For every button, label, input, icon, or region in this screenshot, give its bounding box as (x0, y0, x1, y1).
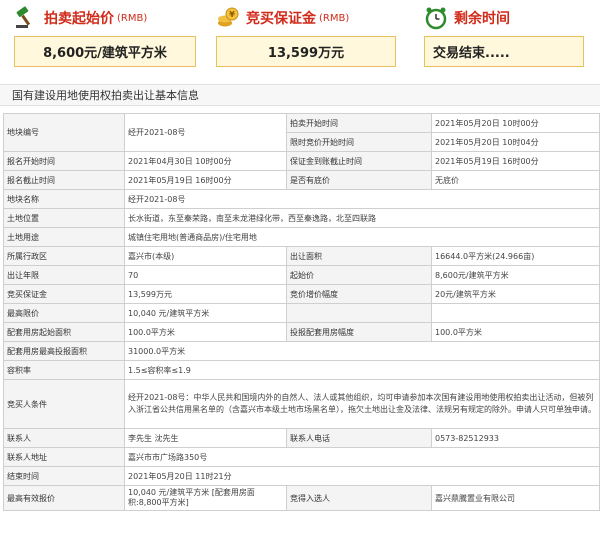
row-label: 配套用房最高投报面积 (3, 341, 125, 361)
row-value: 13,599万元 (124, 284, 287, 304)
row-value: 2021年05月20日 10时00分 (431, 113, 600, 133)
table-row: 土地用途 城镇住宅用地(普通商品房)/住宅用地 (3, 227, 600, 247)
row-label: 报名截止时间 (3, 170, 125, 190)
table-row: 容积率 1.5≤容积率≤1.9 (3, 360, 600, 380)
row-value: 70 (124, 265, 287, 285)
table-row: 报名截止时间 2021年05月19日 16时00分 是否有底价 无底价 (3, 170, 600, 190)
gavel-icon (14, 6, 38, 30)
row-value: 嘉兴市(本级) (124, 246, 287, 266)
row-label: 保证金到账截止时间 (286, 151, 432, 171)
row-value: 长水街道，东至秦荣路，南至未龙港绿化带，西至秦逸路，北至四联路 (124, 208, 600, 228)
row-label: 竞买保证金 (3, 284, 125, 304)
row-label: 限时竞价开始时间 (286, 132, 432, 152)
row-value: 经开2021-08号 (124, 113, 287, 152)
table-row: 地块编号 经开2021-08号 拍卖开始时间 2021年05月20日 10时00… (3, 113, 600, 152)
row-value: 经开2021-08号 (124, 189, 600, 209)
row-label: 容积率 (3, 360, 125, 380)
row-label: 地块编号 (3, 113, 125, 152)
table-row: 出让年限 70 起始价 8,600元/建筑平方米 (3, 265, 600, 285)
row-value: 1.5≤容积率≤1.9 (124, 360, 600, 380)
row-value: 10,040 元/建筑平方米 (124, 303, 287, 323)
coins-icon: ¥ (216, 6, 240, 30)
deposit-unit: (RMB) (319, 12, 350, 24)
table-row: 最高有效报价 10,040 元/建筑平方米 [配套用房面积:8,800平方米] … (3, 485, 600, 511)
row-label: 联系人电话 (286, 428, 432, 448)
summary-bar: 拍卖起始价 (RMB) 8,600元/建筑平方米 ¥ 竞买保证金 (RMB) 1… (0, 0, 600, 76)
start-price-title: 拍卖起始价 (44, 11, 114, 27)
row-value: 16644.0平方米(24.966亩) (431, 246, 600, 266)
row-value: 无底价 (431, 170, 600, 190)
row-label: 地块名称 (3, 189, 125, 209)
start-price-value-box: 8,600元/建筑平方米 (14, 36, 196, 67)
row-label: 结束时间 (3, 466, 125, 486)
row-label (286, 303, 432, 323)
row-label: 拍卖开始时间 (286, 113, 432, 133)
row-value: 2021年05月20日 10时04分 (431, 132, 600, 152)
row-label: 联系人地址 (3, 447, 125, 467)
row-label: 是否有底价 (286, 170, 432, 190)
row-value: 2021年05月19日 16时00分 (124, 170, 287, 190)
row-value: 2021年05月19日 16时00分 (431, 151, 600, 171)
row-label: 最高有效报价 (3, 485, 125, 511)
row-value: 李先生 沈先生 (124, 428, 287, 448)
row-value: 10,040 元/建筑平方米 [配套用房面积:8,800平方米] (124, 485, 287, 511)
deposit-value-box: 13,599万元 (216, 36, 396, 67)
row-label: 联系人 (3, 428, 125, 448)
row-label: 报名开始时间 (3, 151, 125, 171)
row-label: 竞买人条件 (3, 379, 125, 429)
row-value: 经开2021-08号：中华人民共和国境内外的自然人、法人或其他组织，均可申请参加… (124, 379, 600, 429)
row-value (431, 303, 600, 323)
remaining-time-panel: 剩余时间 交易结束..... (424, 0, 584, 67)
deposit-title: 竞买保证金 (246, 11, 316, 27)
row-label: 土地位置 (3, 208, 125, 228)
start-price-value: 8,600元/建筑平方米 (43, 46, 167, 61)
table-row: 联系人地址 嘉兴市市广场路350号 (3, 447, 600, 467)
table-row: 配套用房最高投报面积 31000.0平方米 (3, 341, 600, 361)
table-row: 结束时间 2021年05月20日 11时21分 (3, 466, 600, 486)
row-label: 出让面积 (286, 246, 432, 266)
row-label: 竞得入选人 (286, 485, 432, 511)
row-label: 投报配套用房幅度 (286, 322, 432, 342)
row-value: 31000.0平方米 (124, 341, 600, 361)
table-row: 所属行政区 嘉兴市(本级) 出让面积 16644.0平方米(24.966亩) (3, 246, 600, 266)
row-label: 最高限价 (3, 303, 125, 323)
table-row: 配套用房起始面积 100.0平方米 投报配套用房幅度 100.0平方米 (3, 322, 600, 342)
remaining-title: 剩余时间 (454, 11, 510, 27)
svg-text:¥: ¥ (229, 10, 235, 19)
row-value: 2021年05月20日 11时21分 (124, 466, 600, 486)
alarm-clock-icon (424, 6, 448, 30)
info-table: 地块编号 经开2021-08号 拍卖开始时间 2021年05月20日 10时00… (3, 113, 600, 511)
row-label: 所属行政区 (3, 246, 125, 266)
deposit-panel: ¥ 竞买保证金 (RMB) 13,599万元 (216, 0, 396, 67)
row-value: 嘉兴市市广场路350号 (124, 447, 600, 467)
row-label: 土地用途 (3, 227, 125, 247)
start-price-panel: 拍卖起始价 (RMB) 8,600元/建筑平方米 (14, 0, 196, 67)
section-title: 国有建设用地使用权拍卖出让基本信息 (0, 84, 600, 106)
remaining-value-box: 交易结束..... (424, 36, 584, 67)
table-row: 竞买保证金 13,599万元 竞价增价幅度 20元/建筑平方米 (3, 284, 600, 304)
row-value: 0573-82512933 (431, 428, 600, 448)
table-row: 土地位置 长水街道，东至秦荣路，南至未龙港绿化带，西至秦逸路，北至四联路 (3, 208, 600, 228)
table-row: 报名开始时间 2021年04月30日 10时00分 保证金到账截止时间 2021… (3, 151, 600, 171)
row-label: 起始价 (286, 265, 432, 285)
row-value: 城镇住宅用地(普通商品房)/住宅用地 (124, 227, 600, 247)
row-value: 100.0平方米 (431, 322, 600, 342)
remaining-value: 交易结束..... (433, 46, 510, 61)
row-value: 嘉兴鼎騰置业有限公司 (431, 485, 600, 511)
row-value: 20元/建筑平方米 (431, 284, 600, 304)
table-row: 地块名称 经开2021-08号 (3, 189, 600, 209)
start-price-unit: (RMB) (117, 12, 148, 24)
table-row: 竞买人条件 经开2021-08号：中华人民共和国境内外的自然人、法人或其他组织，… (3, 379, 600, 429)
row-label: 竞价增价幅度 (286, 284, 432, 304)
row-label: 配套用房起始面积 (3, 322, 125, 342)
row-value: 2021年04月30日 10时00分 (124, 151, 287, 171)
row-value: 8,600元/建筑平方米 (431, 265, 600, 285)
table-row: 最高限价 10,040 元/建筑平方米 (3, 303, 600, 323)
row-value: 100.0平方米 (124, 322, 287, 342)
deposit-value: 13,599万元 (267, 46, 345, 61)
table-row: 联系人 李先生 沈先生 联系人电话 0573-82512933 (3, 428, 600, 448)
row-label: 出让年限 (3, 265, 125, 285)
